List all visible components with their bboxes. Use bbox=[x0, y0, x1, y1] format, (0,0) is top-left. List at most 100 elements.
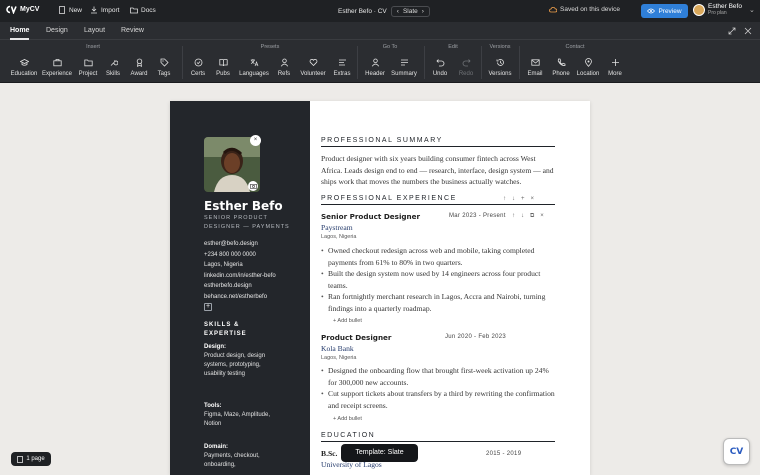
template-name: Slate bbox=[402, 8, 418, 15]
user-icon bbox=[371, 58, 379, 67]
preset-pubs-button[interactable]: Pubs bbox=[206, 58, 240, 77]
preset-extras-button[interactable]: Extras bbox=[325, 58, 359, 77]
contact-location-label: Location bbox=[576, 71, 600, 77]
import-icon bbox=[91, 6, 97, 14]
resume-sidebar: × Esther Befo Senior Product Designer — … bbox=[170, 101, 310, 475]
contact-more-button[interactable]: More bbox=[598, 58, 632, 77]
insert-experience-button[interactable]: Experience bbox=[40, 58, 74, 77]
job-bullet[interactable]: Owned checkout redesign across web and m… bbox=[321, 245, 555, 268]
summary-heading[interactable]: Professional Summary bbox=[321, 137, 555, 147]
skills-heading[interactable]: Skills & Expertise bbox=[204, 321, 264, 339]
insert-education-button[interactable]: Education bbox=[7, 58, 41, 77]
job-tools: ↑ ↓ ⧉ × bbox=[512, 213, 544, 220]
eye-icon bbox=[647, 8, 656, 14]
job-location[interactable]: Lagos, Nigeria bbox=[321, 234, 356, 240]
preset-languages-button[interactable]: Languages bbox=[237, 58, 271, 77]
contact-location[interactable]: Lagos, Nigeria bbox=[204, 260, 276, 271]
certificate-icon bbox=[194, 58, 202, 67]
move-up-icon[interactable]: ↑ bbox=[503, 196, 506, 202]
add-bullet-button[interactable]: + Add bullet bbox=[333, 318, 362, 324]
insert-tags-button[interactable]: Tags bbox=[147, 58, 181, 77]
undo-label: Undo bbox=[432, 71, 448, 77]
new-button[interactable]: New bbox=[58, 6, 82, 14]
user-menu[interactable]: Esther Befo Pro plan ⌄ bbox=[693, 3, 755, 16]
assistant-button[interactable]: CV bbox=[723, 438, 750, 465]
insert-experience-label: Experience bbox=[41, 71, 73, 77]
add-icon[interactable]: + bbox=[521, 196, 525, 202]
move-down-icon[interactable]: ↓ bbox=[512, 196, 515, 202]
title-bar: MyCV New Import Docs Esther Befo · CV ‹ … bbox=[0, 0, 760, 22]
close-icon[interactable] bbox=[744, 27, 752, 35]
contact-email[interactable]: esther@befo.design bbox=[204, 239, 276, 250]
job-bullet[interactable]: Designed the onboarding flow that brough… bbox=[321, 365, 555, 388]
contact-behance[interactable]: behance.net/estherbefo bbox=[204, 292, 276, 303]
insert-education-label: Education bbox=[10, 71, 38, 77]
job-date[interactable]: Mar 2023 - Present bbox=[449, 213, 506, 219]
job-bullet[interactable]: Ran fortnightly merchant research in Lag… bbox=[321, 291, 555, 314]
app-logo[interactable]: MyCV bbox=[6, 5, 39, 14]
ribbon-toolbar: Insert Presets Go To Edit Versions Conta… bbox=[0, 40, 760, 83]
undo-icon bbox=[435, 59, 444, 67]
save-status-text: Saved on this device bbox=[560, 6, 620, 13]
close-icon[interactable]: × bbox=[531, 196, 535, 202]
education-date[interactable]: 2015 - 2019 bbox=[486, 451, 521, 457]
resume-role[interactable]: Senior Product Designer — Payments bbox=[204, 214, 304, 232]
education-degree[interactable]: B.Sc. bbox=[321, 449, 337, 458]
template-switcher[interactable]: ‹ Slate › bbox=[390, 6, 430, 17]
preset-certs-label: Certs bbox=[190, 71, 206, 77]
close-icon[interactable]: × bbox=[540, 213, 544, 220]
preview-button[interactable]: Preview bbox=[641, 4, 688, 18]
remove-photo-button[interactable]: × bbox=[250, 135, 261, 146]
folder-icon bbox=[130, 7, 138, 14]
skill-text: Product design, design systems, prototyp… bbox=[204, 353, 266, 377]
book-icon bbox=[218, 59, 228, 67]
tab-layout[interactable]: Layout bbox=[84, 22, 105, 40]
list-icon bbox=[338, 59, 346, 66]
company-name[interactable]: Paystream bbox=[321, 223, 353, 232]
redo-button[interactable]: Redo bbox=[449, 58, 483, 77]
duplicate-icon[interactable]: ⧉ bbox=[530, 213, 534, 220]
tab-design[interactable]: Design bbox=[46, 22, 68, 40]
add-contact-button[interactable]: + bbox=[204, 303, 212, 311]
skill-group[interactable]: Domain: Payments, checkout, onboarding, bbox=[204, 443, 274, 470]
skill-label: Domain: bbox=[204, 444, 228, 450]
tab-home[interactable]: Home bbox=[10, 22, 30, 40]
skill-group[interactable]: Tools: Figma, Maze, Amplitude, Notion bbox=[204, 402, 274, 429]
docs-button[interactable]: Docs bbox=[130, 6, 156, 14]
move-down-icon[interactable]: ↓ bbox=[521, 213, 524, 220]
import-button[interactable]: Import bbox=[90, 6, 119, 14]
contact-linkedin[interactable]: linkedin.com/in/esther-befo bbox=[204, 271, 276, 282]
job-location[interactable]: Lagos, Nigeria bbox=[321, 355, 356, 361]
chevron-right-icon[interactable]: › bbox=[422, 7, 424, 16]
job-date[interactable]: Jun 2020 - Feb 2023 bbox=[445, 334, 506, 340]
contact-website[interactable]: estherbefo.design bbox=[204, 281, 276, 292]
import-label: Import bbox=[101, 6, 120, 14]
job-title[interactable]: Product Designer bbox=[321, 333, 391, 342]
tab-review[interactable]: Review bbox=[121, 22, 144, 40]
job-bullet[interactable]: Built the design system now used by 14 e… bbox=[321, 268, 555, 291]
skill-group[interactable]: Design: Product design, design systems, … bbox=[204, 343, 274, 379]
move-up-icon[interactable]: ↑ bbox=[512, 213, 515, 220]
job-title[interactable]: Senior Product Designer bbox=[321, 212, 420, 221]
summary-text[interactable]: Product designer with six years building… bbox=[321, 153, 555, 188]
chevron-left-icon[interactable]: ‹ bbox=[397, 7, 399, 16]
page-count-badge[interactable]: 1 page bbox=[11, 452, 51, 466]
change-photo-button[interactable] bbox=[248, 181, 258, 191]
goto-header-label: Header bbox=[365, 71, 385, 77]
collapse-icon[interactable] bbox=[728, 27, 736, 35]
contact-phone[interactable]: +234 800 000 0000 bbox=[204, 250, 276, 261]
resume-name[interactable]: Esther Befo bbox=[204, 199, 283, 213]
versions-button[interactable]: Versions bbox=[483, 58, 517, 77]
goto-summary-button[interactable]: Summary bbox=[387, 58, 421, 77]
cv-badge-text: CV bbox=[729, 446, 744, 457]
contact-list: esther@befo.design +234 800 000 0000 Lag… bbox=[204, 239, 276, 302]
template-toast: Template: Slate bbox=[341, 444, 418, 462]
company-name[interactable]: Kola Bank bbox=[321, 344, 354, 353]
education-heading[interactable]: Education bbox=[321, 432, 555, 442]
resume-page: × Esther Befo Senior Product Designer — … bbox=[170, 101, 590, 475]
job-bullet[interactable]: Cut support tickets about transfers by a… bbox=[321, 388, 555, 411]
redo-label: Redo bbox=[458, 71, 474, 77]
add-bullet-button[interactable]: + Add bullet bbox=[333, 416, 362, 422]
document-title[interactable]: Esther Befo · CV bbox=[338, 8, 387, 15]
skill-label: Tools: bbox=[204, 403, 222, 409]
